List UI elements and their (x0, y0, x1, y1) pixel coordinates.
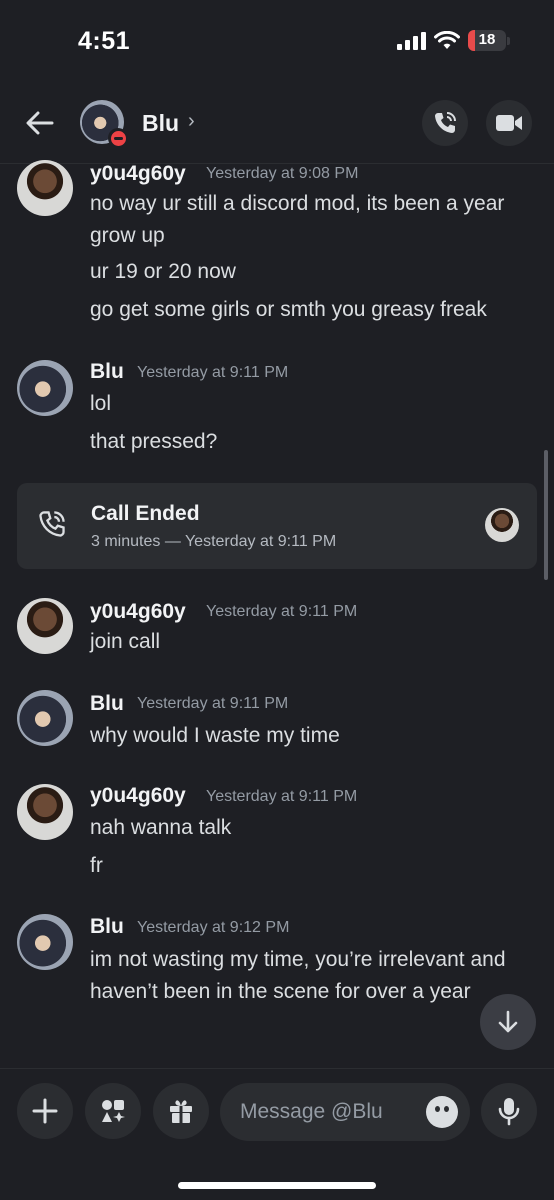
message-text: join call (90, 630, 161, 653)
call-title: Call Ended (91, 502, 200, 525)
gift-button[interactable] (153, 1083, 209, 1139)
status-icons: 18 (397, 30, 510, 51)
message-text: go get some girls or smth you greasy fre… (90, 298, 487, 321)
voice-call-button[interactable] (422, 100, 468, 146)
dnd-status-icon (108, 128, 128, 148)
apps-icon (102, 1100, 125, 1122)
call-ended-icon (39, 511, 65, 537)
message-timestamp: Yesterday at 9:11 PM (206, 603, 358, 620)
message-timestamp: Yesterday at 9:08 PM (206, 165, 359, 182)
composer-bar (0, 1068, 554, 1200)
battery-level: 18 (478, 31, 496, 48)
avatar[interactable] (17, 914, 73, 970)
message-timestamp: Yesterday at 9:11 PM (206, 788, 358, 805)
status-bar: 4:51 18 (0, 0, 554, 80)
voice-message-button[interactable] (481, 1083, 537, 1139)
attach-button[interactable] (17, 1083, 73, 1139)
message-author[interactable]: Blu (90, 360, 124, 384)
signal-icon (397, 31, 426, 50)
message-text: lol (90, 392, 112, 415)
message-text: im not wasting my time, you’re irrelevan… (90, 948, 506, 1003)
home-indicator (178, 1182, 376, 1189)
message-timestamp: Yesterday at 9:11 PM (137, 364, 289, 381)
back-arrow-icon[interactable] (24, 108, 56, 138)
gift-icon (170, 1100, 192, 1123)
video-icon (496, 115, 522, 131)
message-timestamp: Yesterday at 9:12 PM (137, 919, 290, 936)
call-ended-card[interactable]: Call Ended 3 minutes — Yesterday at 9:11… (17, 483, 537, 569)
message-text: that pressed? (90, 430, 218, 453)
apps-button[interactable] (85, 1083, 141, 1139)
phone-icon (435, 112, 456, 133)
avatar[interactable] (17, 360, 73, 416)
message-author[interactable]: Blu (90, 915, 124, 939)
microphone-icon (498, 1098, 520, 1126)
status-time: 4:51 (78, 27, 131, 55)
avatar[interactable] (17, 690, 73, 746)
message-timestamp: Yesterday at 9:11 PM (137, 695, 289, 712)
jump-to-latest-button[interactable] (480, 994, 536, 1050)
avatar[interactable] (17, 784, 73, 840)
message-author[interactable]: y0u4g60y (90, 784, 186, 808)
message-author[interactable]: y0u4g60y (90, 600, 186, 624)
message-text: fr (90, 854, 103, 877)
recipient-name[interactable]: Blu (142, 110, 179, 137)
chevron-right-icon[interactable]: › (188, 110, 195, 133)
scrollbar[interactable] (544, 450, 548, 580)
message-author[interactable]: Blu (90, 692, 124, 716)
avatar[interactable] (17, 598, 73, 654)
message-input-container (220, 1083, 470, 1141)
battery-icon: 18 (468, 30, 510, 51)
message-text: no way ur still a discord mod, its been … (90, 192, 505, 247)
dm-header: Blu › (0, 80, 554, 164)
message-text: why would I waste my time (90, 724, 340, 747)
avatar[interactable] (17, 160, 73, 216)
wifi-icon (434, 30, 460, 49)
call-subtitle: 3 minutes — Yesterday at 9:11 PM (91, 533, 337, 550)
video-call-button[interactable] (486, 100, 532, 146)
message-text: ur 19 or 20 now (90, 260, 236, 283)
arrow-down-icon (498, 1010, 518, 1033)
plus-icon (32, 1098, 58, 1124)
emoji-icon[interactable] (426, 1096, 458, 1128)
message-author[interactable]: y0u4g60y (90, 162, 186, 186)
message-text: nah wanna talk (90, 816, 232, 839)
avatar (485, 508, 519, 542)
message-input[interactable] (240, 1083, 420, 1141)
